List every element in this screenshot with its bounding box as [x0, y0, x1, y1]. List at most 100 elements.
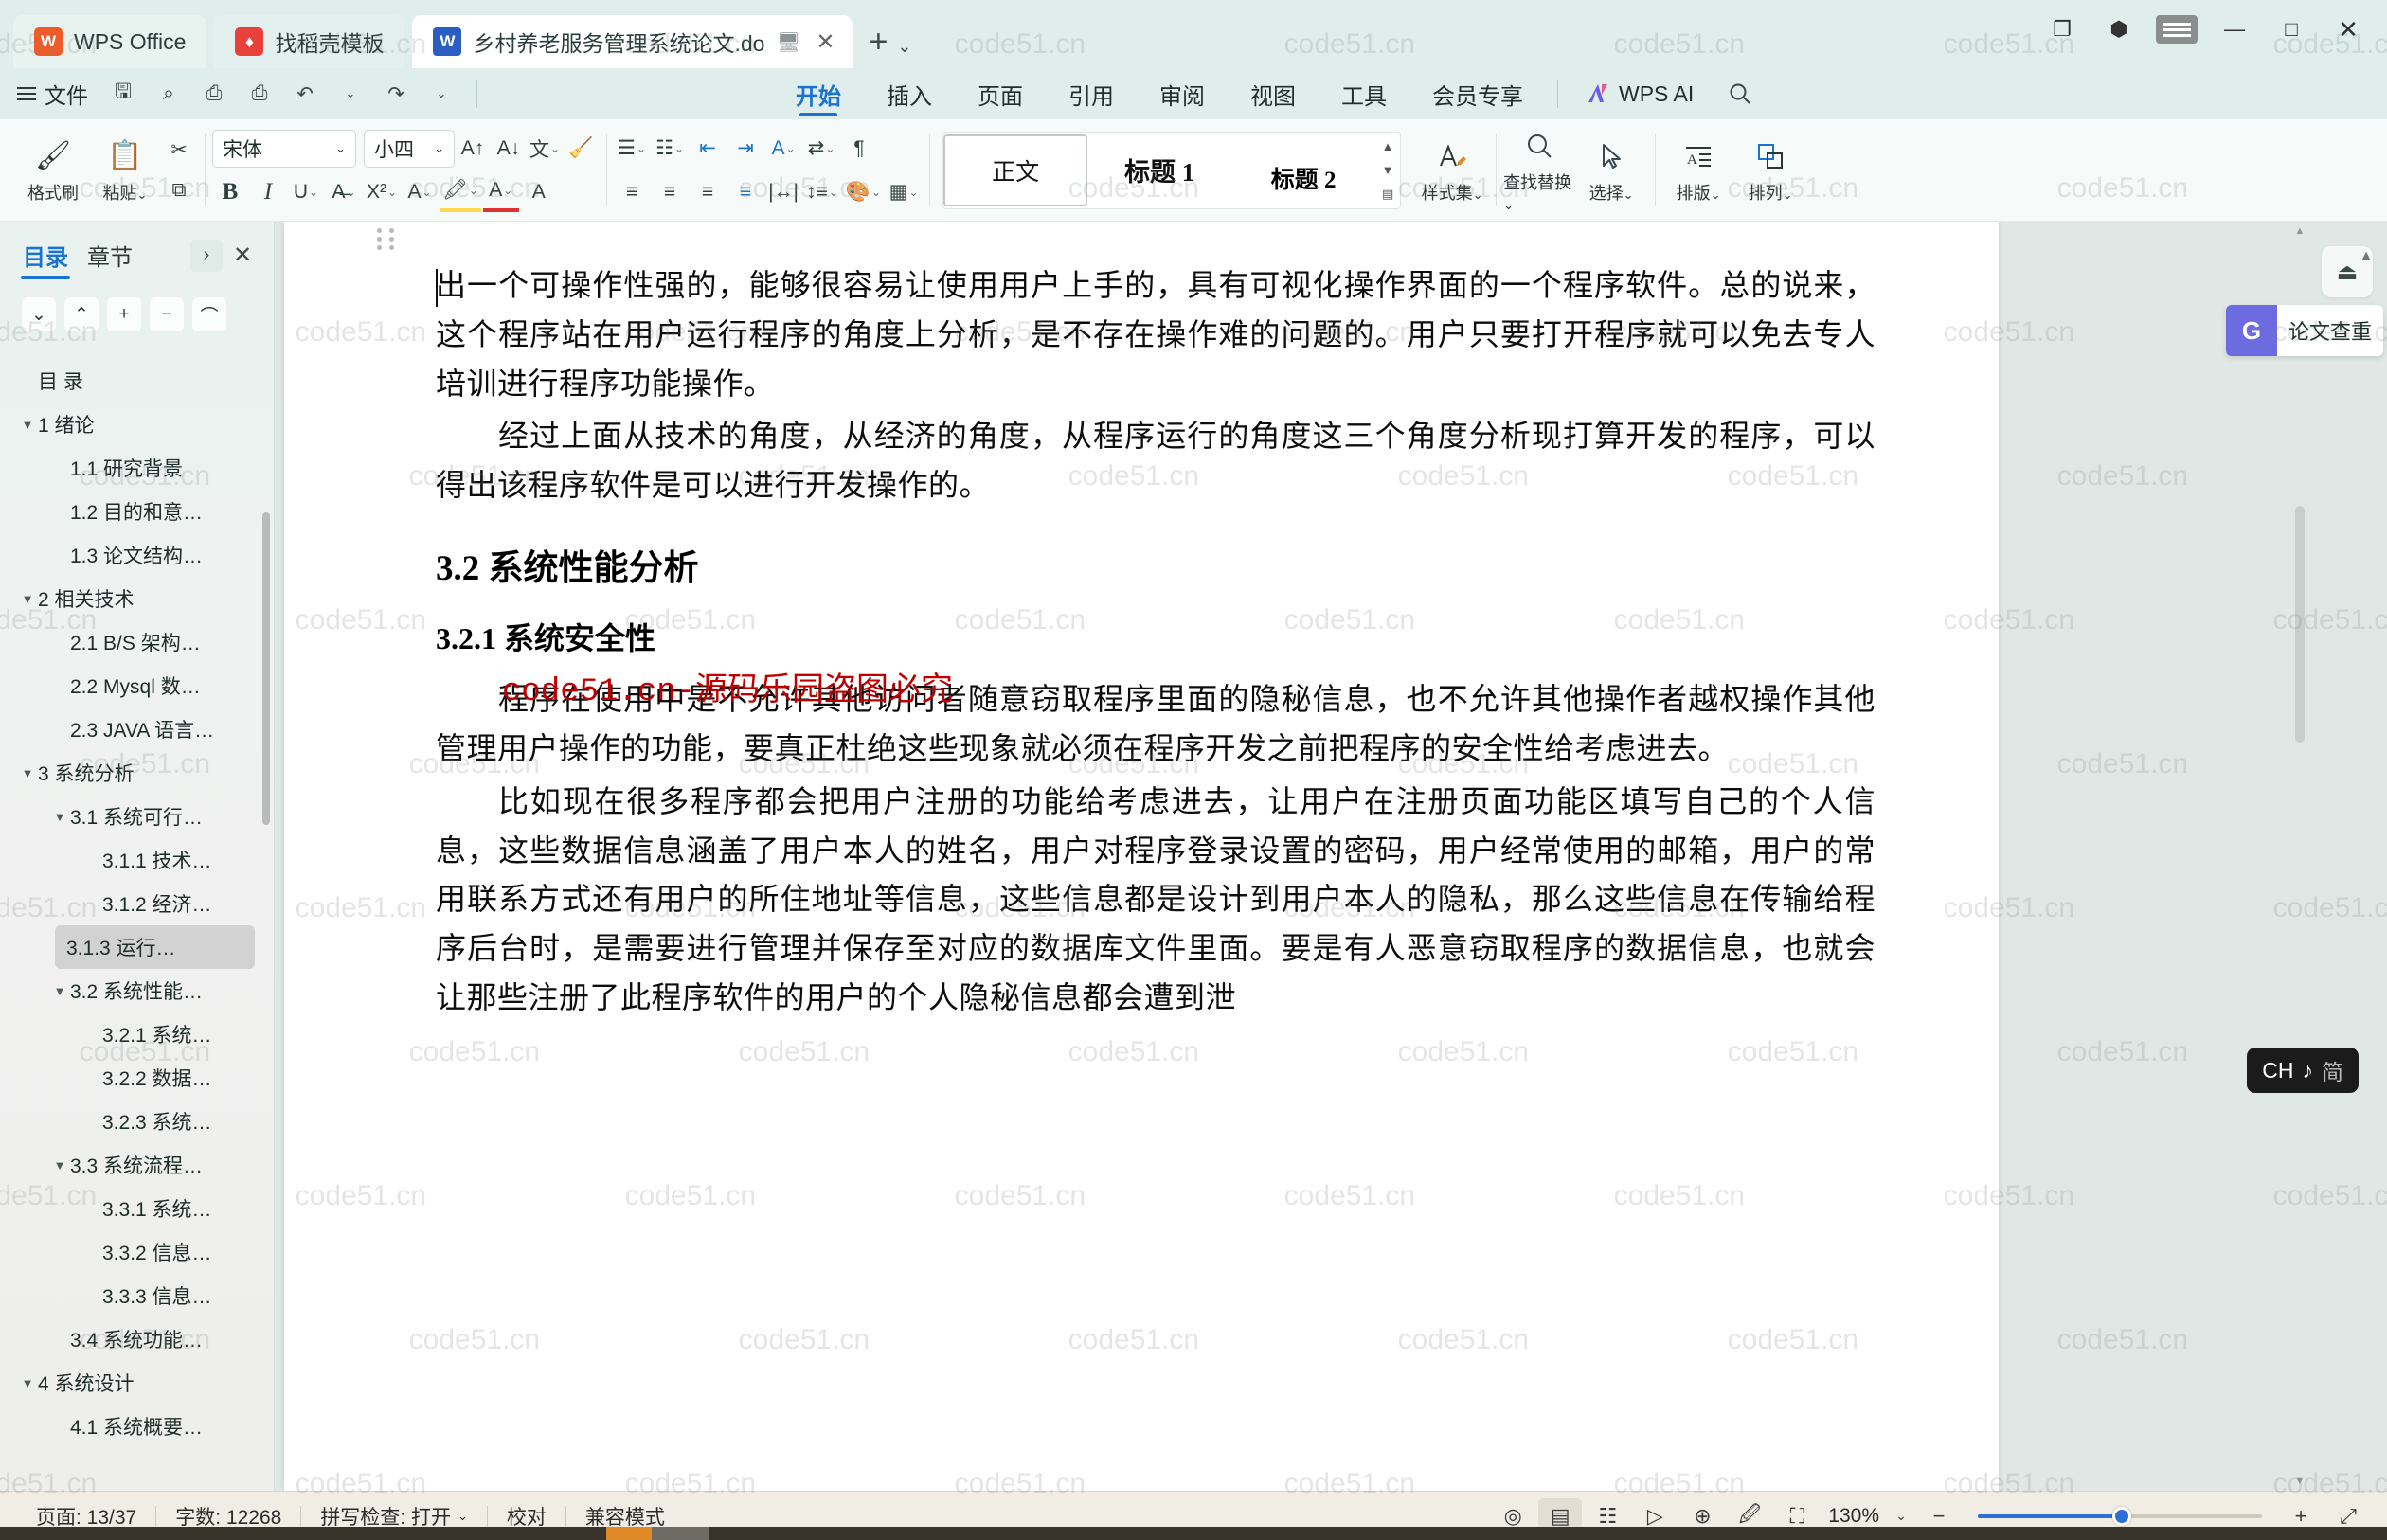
chevron-down-icon[interactable]: ⌄ [897, 37, 917, 68]
close-icon[interactable]: ✕ [812, 28, 838, 56]
expand-triangle-icon[interactable]: ▼ [17, 766, 38, 780]
outline-item[interactable]: 2.2 Mysql 数… [0, 664, 274, 707]
search-icon[interactable] [1711, 81, 1769, 106]
tab-reference[interactable]: 引用 [1046, 68, 1137, 119]
new-tab-button[interactable]: + [860, 24, 898, 68]
outline-item[interactable]: 3.1.2 经济… [0, 882, 274, 925]
outline-item[interactable]: 3.2.3 系统… [0, 1100, 274, 1143]
align-justify-icon[interactable]: ≡ [727, 172, 763, 212]
print-preview-icon[interactable]: ⎙ [238, 74, 281, 114]
document-page[interactable]: 出一个可操作性强的，能够很容易让使用用户上手的，具有可视化操作界面的一个程序软件… [284, 222, 1999, 1491]
print-icon[interactable]: ⎙ [192, 74, 236, 114]
expand-triangle-icon[interactable]: ▼ [17, 1376, 38, 1390]
file-menu-button[interactable]: 文件 [11, 74, 99, 114]
close-button[interactable]: ✕ [2323, 8, 2374, 51]
maximize-button[interactable]: □ [2266, 8, 2317, 51]
cut-icon[interactable]: ✂ [161, 131, 197, 170]
wps-ai-button[interactable]: WPS AI [1570, 81, 1711, 107]
outline-item[interactable]: ▼ 4 系统设计 [0, 1361, 274, 1405]
expand-triangle-icon[interactable]: ▼ [49, 1158, 70, 1173]
outline-item[interactable]: ▼ 3.1 系统可行… [0, 795, 274, 838]
superscript-button[interactable]: X² ⌄ [364, 172, 400, 212]
increase-indent-icon[interactable]: ⇥ [727, 129, 763, 169]
outline-item[interactable]: ▼ 3 系统分析 [0, 751, 274, 795]
bold-button[interactable]: B [212, 172, 248, 212]
text-effects-button[interactable]: A ⌄ [402, 172, 438, 212]
outline-item[interactable]: 3.1.1 技术… [0, 838, 274, 882]
tab-start[interactable]: 开始 [773, 68, 864, 119]
paste-button[interactable]: 📋 粘贴⌄ [89, 127, 161, 214]
outline-item[interactable]: 1.2 目的和意… [0, 490, 274, 533]
plus-icon[interactable]: + [106, 296, 142, 332]
outline-item[interactable]: 4.1 系统概要… [0, 1405, 274, 1448]
align-center-icon[interactable]: ≡ [652, 172, 688, 212]
paragraph-handle-icon[interactable] [377, 225, 398, 252]
grow-font-icon[interactable]: A↑ [455, 129, 491, 169]
gallery-scroll[interactable]: ▲ ▼ ▤ [1375, 134, 1400, 206]
scroll-down-icon[interactable]: ▼ [2294, 1476, 2306, 1487]
tab-view[interactable]: 视图 [1228, 68, 1319, 119]
gallery-more-icon[interactable]: ▤ [1382, 187, 1393, 202]
sidebar-tab-contents[interactable]: 目录 [15, 235, 76, 279]
clear-format-icon[interactable]: 🧹 [563, 129, 599, 169]
zoom-level[interactable]: 130% [1822, 1505, 1885, 1528]
tab-tools[interactable]: 工具 [1319, 68, 1409, 119]
style-set-button[interactable]: 样式集⌄ [1416, 127, 1488, 214]
word-count[interactable]: 字数: 12268 [156, 1502, 300, 1531]
numbered-list-icon[interactable]: ☷ ⌄ [652, 129, 688, 169]
chevron-up-icon[interactable]: ⌃ [63, 296, 99, 332]
outline-item[interactable]: 3.3.1 系统… [0, 1187, 274, 1230]
arrange-button[interactable]: 排列⌄ [1734, 127, 1806, 214]
tab-member[interactable]: 会员专享 [1409, 68, 1546, 119]
distribute-icon[interactable]: |↔| [765, 172, 801, 212]
style-heading-2[interactable]: 标题 2 [1231, 142, 1375, 214]
doc-heading-3-2-1[interactable]: 3.2.1 系统安全性 [436, 615, 1876, 658]
redo-icon[interactable]: ↷ [374, 74, 418, 114]
window-badge-icon[interactable] [2156, 15, 2198, 44]
minus-icon[interactable]: − [149, 296, 185, 332]
decrease-indent-icon[interactable]: ⇤ [690, 129, 726, 169]
expand-triangle-icon[interactable]: ▼ [17, 592, 38, 606]
tab-review[interactable]: 审阅 [1137, 68, 1228, 119]
undo-caret-icon[interactable]: ⌄ [329, 74, 372, 114]
tab-page[interactable]: 页面 [955, 68, 1046, 119]
search-save-icon[interactable]: ⌕ [147, 74, 190, 114]
outline-item[interactable]: 3.4 系统功能… [0, 1317, 274, 1361]
document-scrollbar[interactable]: ▲ ▼ [2294, 222, 2306, 1491]
expand-triangle-icon[interactable]: ▼ [49, 984, 70, 998]
borders-icon[interactable]: ▦ ⌄ [886, 172, 922, 212]
expand-triangle-icon[interactable]: ▼ [49, 810, 70, 824]
doc-paragraph-1[interactable]: 出一个可操作性强的，能够很容易让使用用户上手的，具有可视化操作界面的一个程序软件… [436, 261, 1876, 408]
close-icon[interactable]: ✕ [226, 240, 259, 272]
document-body[interactable]: 出一个可操作性强的，能够很容易让使用用户上手的，具有可视化操作界面的一个程序软件… [284, 222, 1999, 1023]
outline-item[interactable]: 3.3.3 信息… [0, 1274, 274, 1317]
outline-item[interactable]: 1.3 论文结构… [0, 533, 274, 577]
zoom-slider-knob[interactable] [2112, 1506, 2131, 1526]
zoom-slider[interactable] [1978, 1506, 2262, 1526]
undo-icon[interactable]: ↶ [283, 74, 327, 114]
outline-item[interactable]: ▼ 2 相关技术 [0, 577, 274, 620]
outline-item[interactable]: 1.1 研究背景 [0, 446, 274, 490]
doc-paragraph-2[interactable]: 经过上面从技术的角度，从经济的角度，从程序运行的角度这三个角度分析现打算开发的程… [436, 412, 1876, 510]
page-indicator[interactable]: 页面: 13/37 [17, 1502, 155, 1531]
restore-down-icon[interactable]: ❐ [2037, 8, 2088, 51]
outline-item[interactable]: 3.3.2 信息… [0, 1230, 274, 1274]
collapse-all-icon[interactable]: ⌒ [191, 296, 227, 332]
outline-item[interactable]: ▼ 1 绪论 [0, 403, 274, 446]
show-marks-icon[interactable]: ¶ [841, 129, 877, 169]
proofread-button[interactable]: 校对 [488, 1502, 565, 1531]
bullet-list-icon[interactable]: ☰ ⌄ [614, 129, 650, 169]
find-replace-button[interactable]: 查找替换⌄ [1503, 127, 1575, 214]
asian-layout-icon[interactable]: A ⌄ [765, 129, 801, 169]
style-heading-1[interactable]: 标题 1 [1087, 134, 1231, 206]
outline-item[interactable]: 3.2.2 数据… [0, 1056, 274, 1100]
format-painter-button[interactable]: 🖌 格式刷 [17, 127, 89, 214]
style-normal[interactable]: 正文 [943, 134, 1088, 206]
chevron-right-icon[interactable]: › [190, 239, 223, 272]
thesis-check-panel[interactable]: G 论文查重 [2225, 305, 2383, 356]
underline-button[interactable]: U ⌄ [288, 172, 324, 212]
doc-heading-3-2[interactable]: 3.2 系统性能分析 [436, 539, 1876, 590]
cube-icon[interactable]: ⬢ [2093, 8, 2145, 51]
italic-button[interactable]: I [250, 172, 286, 212]
outline-item[interactable]: 目 录 [0, 359, 274, 403]
